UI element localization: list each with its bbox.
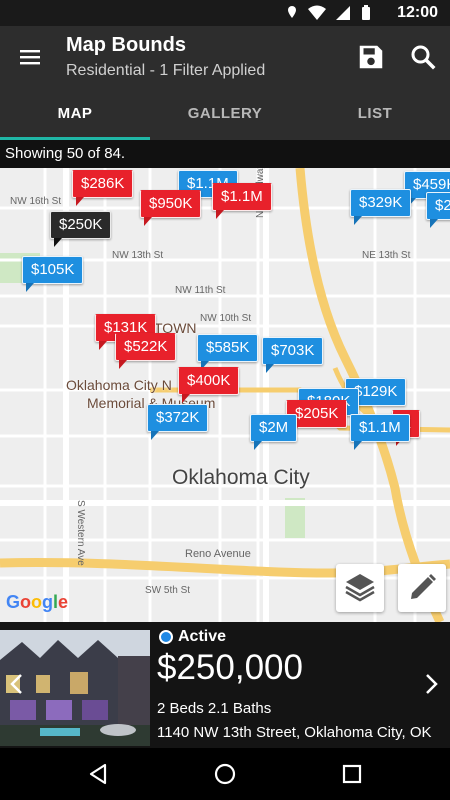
map-price-pin[interactable]: $703K [262,337,324,373]
app-bar: Map Bounds Residential - 1 Filter Applie… [0,26,450,88]
status-time: 12:00 [397,4,438,21]
system-nav-bar [0,748,450,800]
map-price-pin[interactable]: $250K [50,211,112,247]
map-price-pin[interactable]: $372K [147,404,209,440]
google-attribution: Google [6,592,69,612]
street-label: NW 10th St [200,313,252,324]
street-label: NE 13th St [362,250,411,261]
search-icon[interactable] [408,42,438,72]
status-icons [288,5,370,20]
listing-beds-baths: 2 Beds 2.1 Baths [157,700,272,717]
page-title: Map Bounds [66,34,186,56]
street-label: S Western Ave [75,500,86,566]
street-label: SW 5th St [145,585,191,596]
tab-bar: MAP GALLERY LIST [0,88,450,140]
street-label: NW 16th St [10,196,62,207]
page-subtitle: Residential - 1 Filter Applied [66,62,266,79]
map-view[interactable]: NW 16th St NW 13th St NW 11th St NW 10th… [0,168,450,622]
map-price-pin[interactable]: $1.1M [350,414,410,450]
street-label: NW 11th St [175,285,226,296]
chevron-left-icon[interactable] [8,672,24,696]
map-price-pin[interactable]: $286K [72,170,134,206]
result-count: Showing 50 of 84. [0,140,450,168]
map-price-pin[interactable]: $2M [250,414,298,450]
status-bar: 12:00 [0,0,450,26]
draw-button[interactable] [398,564,446,612]
layers-icon [345,574,375,602]
map-price-pin[interactable]: $105K [22,256,84,292]
back-icon[interactable] [86,762,110,786]
pencil-icon [411,574,436,599]
tab-map[interactable]: MAP [0,88,150,140]
city-label: Oklahoma City [172,466,310,489]
map-price-pin[interactable]: $585K [197,334,259,370]
listing-card[interactable]: Active $250,000 2 Beds 2.1 Baths 1140 NW… [0,622,450,748]
listing-address: 1140 NW 13th Street, Oklahoma City, OK [157,724,432,741]
street-label: Reno Avenue [185,548,251,560]
save-icon[interactable] [356,42,386,72]
place-label: Oklahoma City N [66,377,172,393]
map-price-pin[interactable]: $400K [178,367,240,403]
map-price-pin[interactable]: $2 [426,192,450,228]
status-dot [159,630,173,644]
street-label: NW 13th St [112,250,164,261]
chevron-right-icon[interactable] [424,672,440,696]
tab-list[interactable]: LIST [300,88,450,140]
tab-gallery[interactable]: GALLERY [150,88,300,140]
map-price-pin[interactable]: $522K [115,333,177,369]
map-price-pin[interactable]: $950K [140,190,202,226]
map-price-pin[interactable]: $329K [350,189,412,225]
recents-icon[interactable] [340,762,364,786]
layers-button[interactable] [336,564,384,612]
home-icon[interactable] [213,762,237,786]
map-price-pin[interactable]: $1.1M [212,183,272,219]
listing-status: Active [178,628,227,645]
menu-icon[interactable] [18,45,42,69]
listing-price: $250,000 [157,648,303,687]
